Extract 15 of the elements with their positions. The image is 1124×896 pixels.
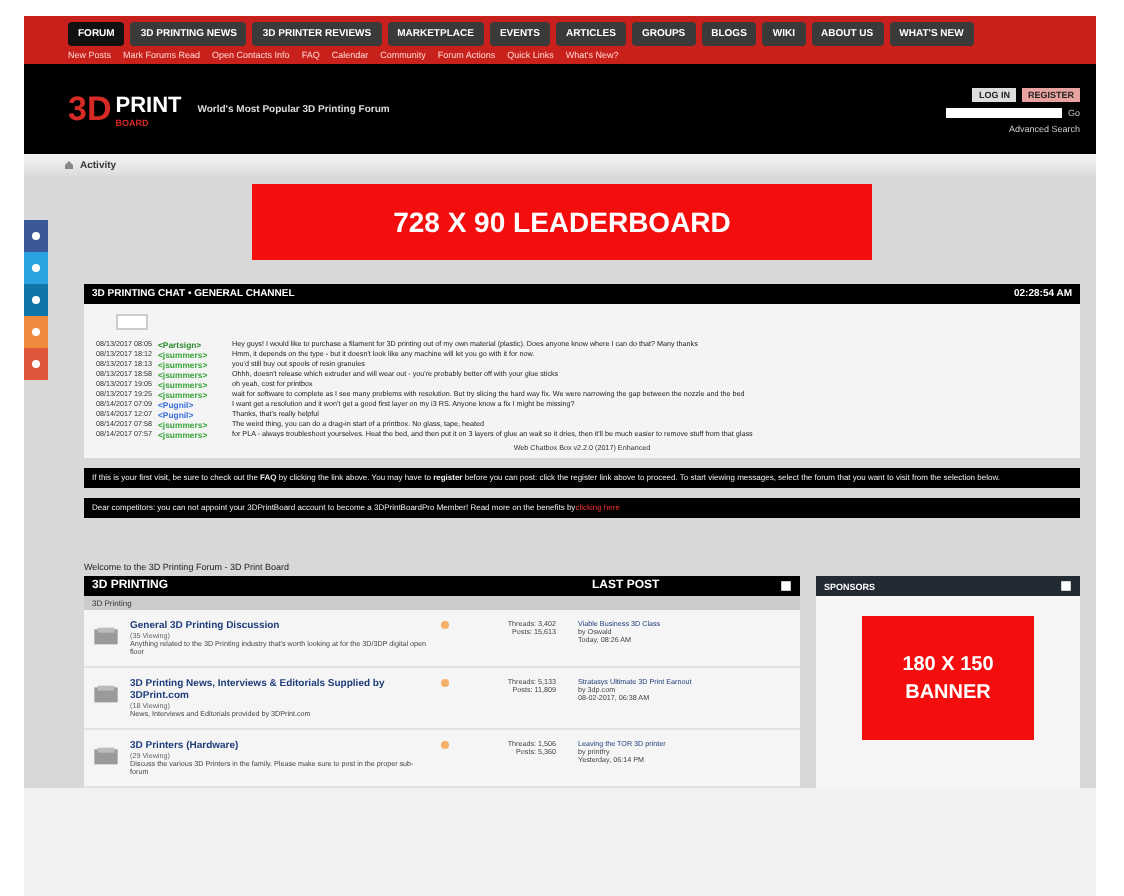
forum-icon <box>92 626 120 646</box>
search-field[interactable] <box>945 107 1062 117</box>
leaderboard-banner[interactable]: 728 X 90 LEADERBOARD <box>252 184 872 260</box>
forum-icon <box>92 746 120 766</box>
banner-text: 180 X 150 <box>902 653 994 675</box>
chat-input[interactable] <box>116 314 148 330</box>
rss-icon[interactable] <box>440 740 450 750</box>
rss-icon[interactable] <box>440 678 450 688</box>
collapse-icon[interactable] <box>780 580 792 592</box>
sponsor-banner[interactable]: 180 X 150 BANNER <box>862 616 1034 740</box>
banner-text: BANNER <box>905 681 991 703</box>
rss-icon[interactable] <box>440 620 450 630</box>
collapse-icon[interactable] <box>1060 580 1072 592</box>
home-icon[interactable] <box>64 160 74 170</box>
forum-icon <box>92 684 120 704</box>
